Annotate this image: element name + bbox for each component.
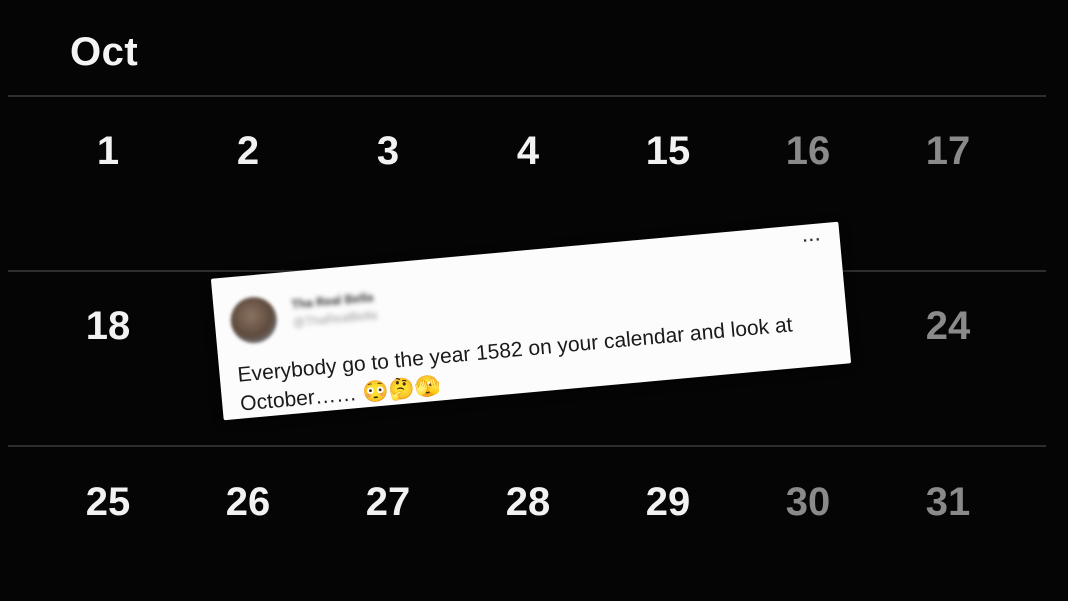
calendar-day[interactable]: 28 [458,472,598,532]
calendar-day[interactable]: 27 [318,472,458,532]
calendar-day[interactable]: 3 [318,121,458,181]
calendar-day[interactable]: 2 [178,121,318,181]
calendar-day[interactable]: 29 [598,472,738,532]
calendar-day[interactable]: 18 [38,296,178,356]
tweet-author-handle[interactable]: @ThaRealBella [293,308,378,330]
calendar-day[interactable]: 1 [38,121,178,181]
calendar-week-row: 25 26 27 28 29 30 31 [38,472,1018,532]
calendar-day-weekend[interactable]: 31 [878,472,1018,532]
calendar-day[interactable]: 4 [458,121,598,181]
calendar-day[interactable]: 26 [178,472,318,532]
calendar-day-weekend[interactable]: 16 [738,121,878,181]
calendar-day-weekend[interactable]: 30 [738,472,878,532]
calendar-day[interactable]: 25 [38,472,178,532]
calendar-day[interactable]: 15 [598,121,738,181]
calendar-day-weekend[interactable]: 24 [878,296,1018,356]
avatar[interactable] [228,295,279,346]
calendar-day-weekend[interactable]: 17 [878,121,1018,181]
calendar-week-row: 1 2 3 4 15 16 17 [38,121,1018,181]
more-options-icon[interactable]: ··· [802,231,823,251]
